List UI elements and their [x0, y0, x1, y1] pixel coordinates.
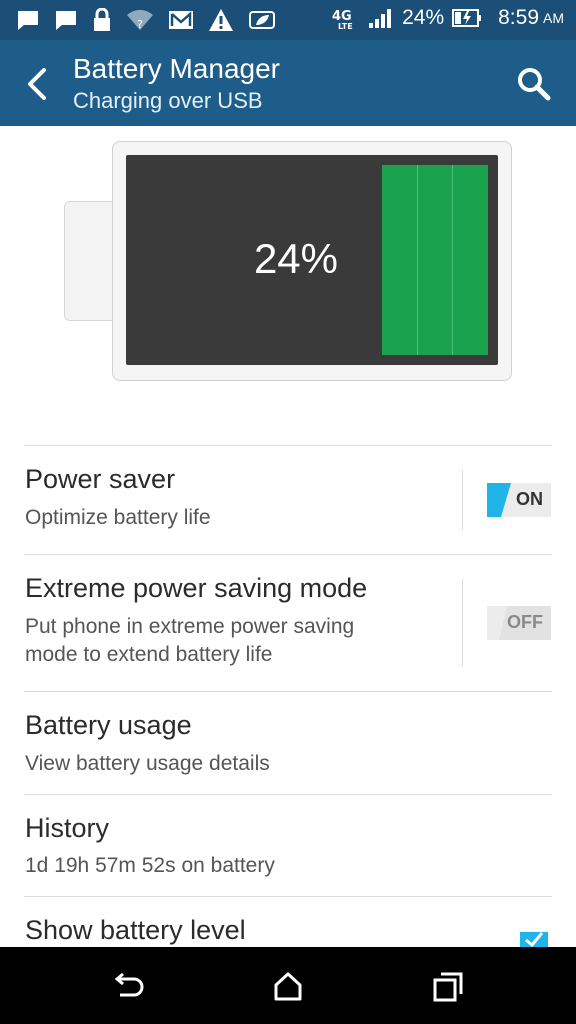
status-right: 4G LTE 24% 8:59 AM	[332, 6, 564, 30]
power-saver-title: Power saver	[25, 464, 176, 494]
show-battery-level-row[interactable]: Show battery level	[0, 897, 576, 947]
battery-usage-row[interactable]: Battery usage View battery usage details	[0, 692, 576, 794]
navigation-bar	[0, 947, 576, 1024]
back-button[interactable]	[22, 64, 54, 104]
battery-level-area: 24%	[126, 155, 498, 365]
status-ampm: AM	[543, 10, 564, 26]
show-battery-level-title: Show battery level	[25, 915, 246, 945]
search-button[interactable]	[516, 66, 552, 102]
extreme-power-saving-row[interactable]: Extreme power saving mode Put phone in e…	[0, 555, 576, 691]
extreme-power-saving-subtitle-1: Put phone in extreme power saving	[25, 615, 355, 638]
gmail-icon	[169, 11, 193, 29]
battery-charging-icon	[452, 9, 482, 27]
app-bar-titles: Battery Manager Charging over USB	[73, 52, 280, 116]
back-nav-button[interactable]	[110, 969, 146, 1005]
extreme-power-saving-toggle[interactable]: OFF	[487, 606, 551, 640]
power-saver-toggle-label: ON	[516, 489, 543, 509]
recent-apps-button[interactable]	[430, 969, 466, 1005]
battery-usage-title: Battery usage	[25, 710, 192, 740]
power-saver-subtitle: Optimize battery life	[25, 506, 211, 529]
status-battery-percent: 24%	[402, 6, 445, 29]
extreme-power-saving-subtitle-2: mode to extend battery life	[25, 643, 273, 666]
leaf-icon	[249, 11, 275, 29]
message-icon	[18, 11, 38, 30]
battery-usage-subtitle: View battery usage details	[25, 752, 270, 775]
history-subtitle: 1d 19h 57m 52s on battery	[25, 854, 275, 877]
page-subtitle: Charging over USB	[73, 88, 263, 113]
status-bar: ? 4G LTE 24% 8:59 AM	[0, 0, 576, 40]
power-saver-row[interactable]: Power saver Optimize battery life ON	[0, 446, 576, 554]
divider	[462, 470, 463, 530]
svg-text:LTE: LTE	[338, 22, 353, 30]
recent-apps-icon	[433, 972, 463, 1002]
history-title: History	[25, 813, 110, 843]
home-icon	[274, 972, 302, 1001]
back-arrow-icon	[28, 68, 46, 100]
svg-text:?: ?	[137, 18, 143, 31]
checkmark-icon	[525, 932, 544, 948]
lte-icon: 4GLTE	[332, 9, 353, 30]
status-time: 8:59	[498, 6, 539, 29]
extreme-power-saving-toggle-label: OFF	[507, 612, 543, 632]
warning-icon	[209, 9, 233, 31]
back-nav-icon	[114, 972, 144, 997]
lock-icon	[94, 8, 110, 31]
extreme-power-saving-title: Extreme power saving mode	[25, 573, 368, 603]
battery-level-text: 24%	[253, 235, 338, 282]
app-bar: Battery Manager Charging over USB	[0, 40, 576, 126]
message-icon	[56, 11, 76, 30]
divider	[462, 579, 463, 667]
search-icon	[518, 68, 551, 101]
battery-level-fill	[382, 165, 488, 355]
history-row[interactable]: History 1d 19h 57m 52s on battery	[0, 795, 576, 896]
page-title: Battery Manager	[73, 53, 280, 84]
signal-icon	[369, 9, 392, 28]
wifi-question-icon: ?	[127, 9, 153, 31]
power-saver-toggle[interactable]: ON	[487, 483, 551, 517]
home-nav-button[interactable]	[270, 969, 306, 1005]
notification-icons: ?	[16, 8, 276, 32]
